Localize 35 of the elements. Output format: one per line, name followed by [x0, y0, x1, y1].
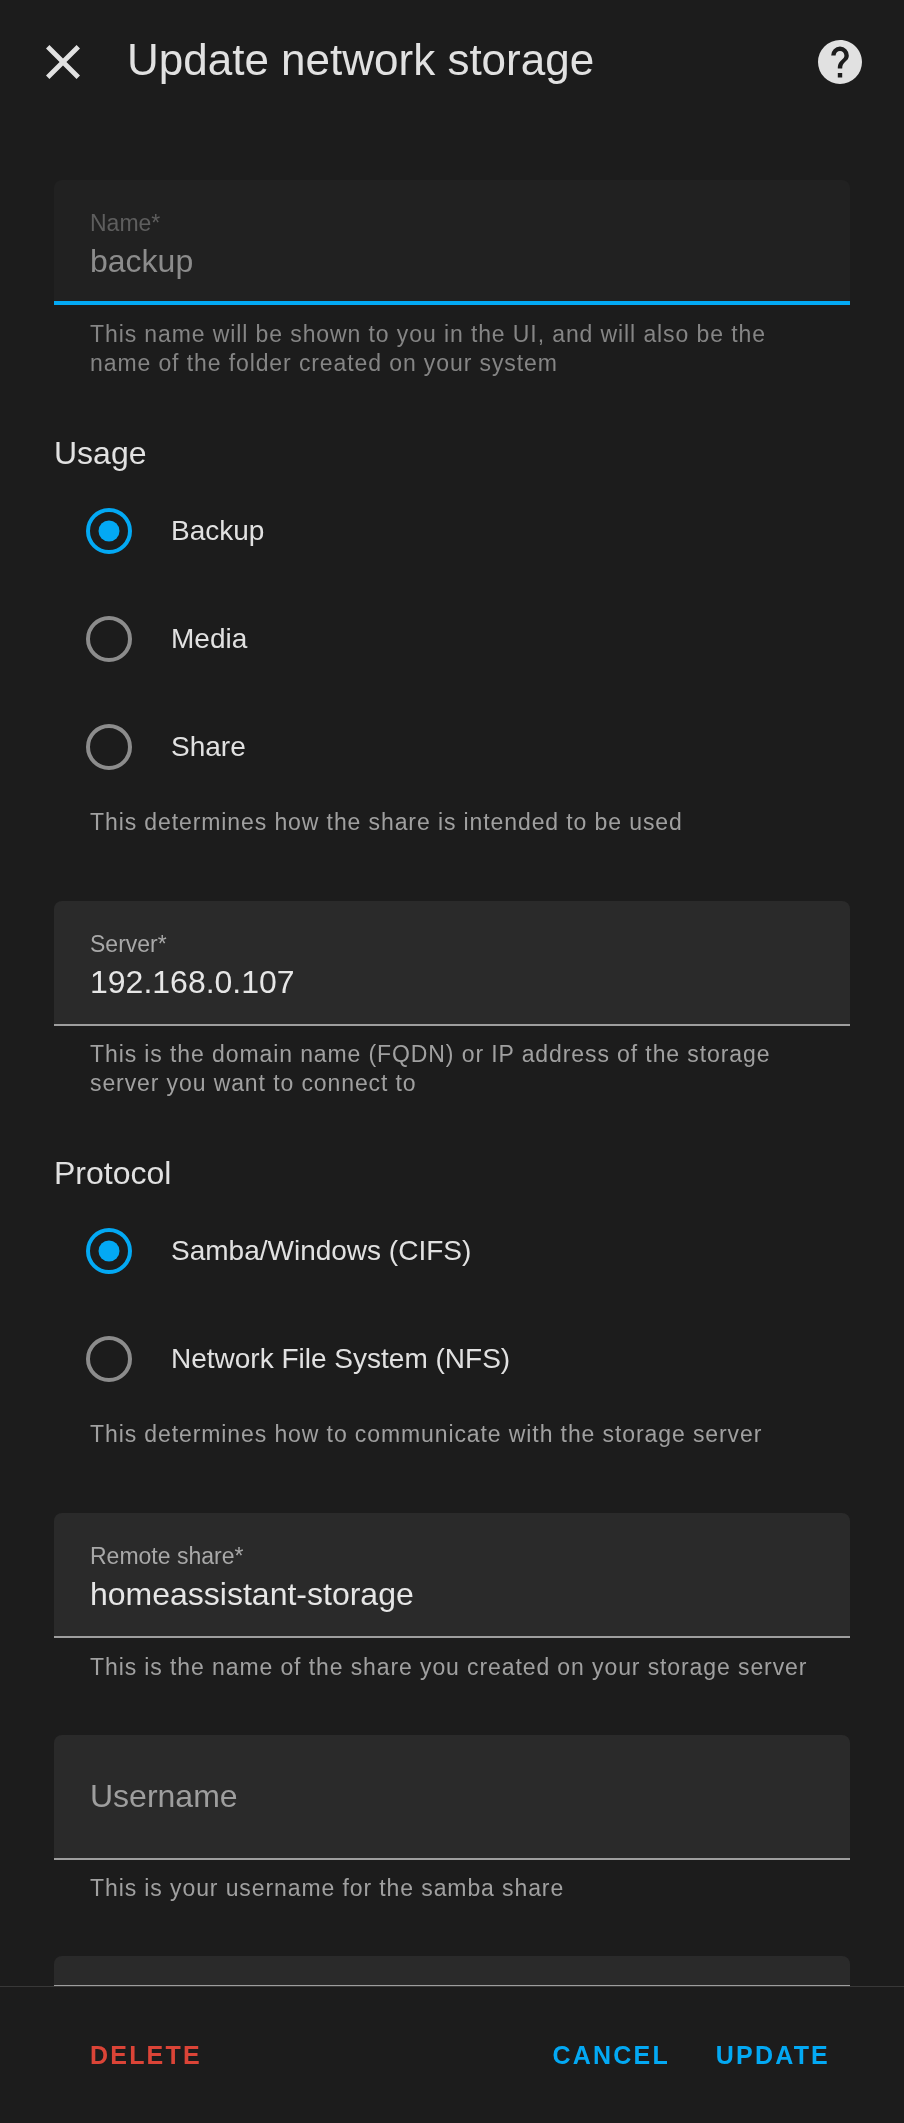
help-icon[interactable] — [818, 40, 862, 84]
field-label: Username — [90, 1777, 238, 1815]
dialog-title: Update network storage — [127, 34, 595, 86]
dialog-button[interactable]: CANCEL — [536, 2021, 686, 2089]
field-value: 192.168.0.107 — [90, 963, 295, 1000]
option-label[interactable]: Share — [171, 729, 246, 764]
helper-text: This determines how to communicate with the storage server — [89, 1420, 764, 1449]
section-heading: Usage — [54, 434, 147, 471]
section-heading: Protocol — [54, 1155, 172, 1191]
helper-text: This is the domain name (FQDN) or IP address of the storage server you want to connect to — [89, 1040, 772, 1098]
radio-button[interactable] — [86, 1336, 132, 1382]
field-label: Server* — [90, 929, 167, 958]
radio-button[interactable] — [86, 1228, 132, 1274]
option-label[interactable]: Backup — [171, 513, 265, 548]
close-icon[interactable] — [46, 45, 80, 79]
option-label[interactable]: Samba/Windows (CIFS) — [171, 1234, 472, 1268]
option-label[interactable]: Media — [171, 621, 248, 656]
helper-text: This name will be shown to you in the UI, and will also be the name of the folder created on your system — [89, 319, 767, 378]
radio-button[interactable] — [86, 615, 132, 662]
delete-button[interactable]: DELETE — [74, 2021, 218, 2089]
input-field[interactable]: Username — [54, 1734, 850, 1860]
option-label[interactable]: Network File System (NFS) — [171, 1342, 511, 1376]
field-value: backup — [90, 243, 194, 279]
input-field[interactable] — [54, 1956, 850, 1986]
field-label: Remote share* — [90, 1542, 244, 1570]
helper-text: This is your username for the samba share — [89, 1874, 566, 1903]
helper-text: This is the name of the share you created on your storage server — [89, 1652, 809, 1682]
dialog-button[interactable]: UPDATE — [699, 2021, 846, 2089]
input-field[interactable]: Server* 192.168.0.107 — [54, 900, 850, 1026]
input-field[interactable]: Remote share* homeassistant-storage — [54, 1513, 850, 1638]
field-value: homeassistant-storage — [90, 1576, 414, 1612]
helper-text: This determines how the share is intended to be used — [89, 807, 684, 837]
radio-button[interactable] — [86, 723, 132, 770]
radio-button[interactable] — [86, 507, 132, 554]
field-label: Name* — [90, 209, 161, 237]
